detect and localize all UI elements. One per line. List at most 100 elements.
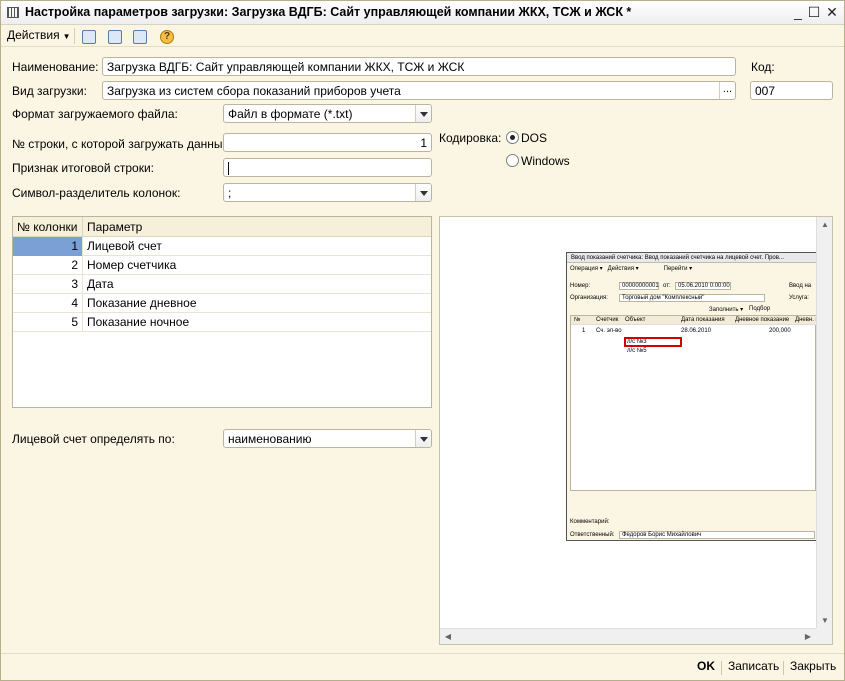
row-parameter-cell[interactable]: Номер счетчика <box>83 256 431 275</box>
scrollbar-corner <box>816 628 832 644</box>
preview-grid-col: Дневное показание <box>735 317 790 323</box>
table-row[interactable]: 1 Лицевой счет <box>13 237 431 256</box>
account-by-select[interactable]: наименованию <box>223 429 432 448</box>
preview-service-label: Услуга: <box>789 295 809 301</box>
preview-grid-cell: 1 <box>582 328 586 334</box>
preview-grid-cell: Сч. эл-во <box>596 328 622 334</box>
code-input[interactable]: 007 <box>750 81 833 100</box>
preview-grid-cell: 200,000 <box>769 328 791 334</box>
app-icon <box>7 7 19 18</box>
save-and-close-button[interactable] <box>79 27 97 45</box>
help-button[interactable]: ? <box>157 27 175 45</box>
close-window-button[interactable]: ✕ <box>822 3 842 21</box>
chevron-down-icon: ▼ <box>62 32 71 41</box>
preview-object-cell: л/с №5 <box>627 348 647 354</box>
settings-window: Настройка параметров загрузки: Загрузка … <box>0 0 845 681</box>
button-divider <box>721 661 722 675</box>
preview-grid-col: № <box>574 317 581 323</box>
save-button[interactable]: Записать <box>728 659 779 673</box>
file-format-select[interactable]: Файл в формате (*.txt) <box>223 104 432 123</box>
preview-select-label: Подбор <box>749 306 771 312</box>
copy-icon <box>133 30 147 44</box>
refresh-icon <box>108 30 122 44</box>
ok-button[interactable]: OK <box>697 659 715 673</box>
preview-grid-col: Дневн. п <box>795 317 818 323</box>
preview-pane[interactable]: Ввод показаний счетчика: Ввод показаний … <box>439 216 833 645</box>
columns-table[interactable]: № колонки Параметр 1 Лицевой счет 2 Номе… <box>12 216 432 408</box>
row-number-cell[interactable]: 5 <box>13 313 83 332</box>
row-number-cell[interactable]: 1 <box>13 237 83 256</box>
column-header-parameter[interactable]: Параметр <box>83 217 431 237</box>
total-row-label: Признак итоговой строки: <box>12 161 154 175</box>
row-number-cell[interactable]: 3 <box>13 275 83 294</box>
preview-horizontal-scrollbar[interactable]: ◀ ▶ <box>440 628 816 644</box>
text-cursor <box>228 162 229 176</box>
preview-title: Ввод показаний счетчика: Ввод показаний … <box>567 253 817 263</box>
scroll-right-icon[interactable]: ▶ <box>800 629 816 645</box>
scroll-up-icon[interactable]: ▲ <box>817 217 833 233</box>
close-button[interactable]: Закрыть <box>790 659 836 673</box>
preview-responsible-value: Федоров Борис Михайлович <box>619 531 815 539</box>
copy-button[interactable] <box>130 27 148 45</box>
load-type-field[interactable]: Загрузка из систем сбора показаний прибо… <box>102 81 736 100</box>
column-header-number[interactable]: № колонки <box>13 217 83 237</box>
preview-grid-col: Объект <box>625 317 646 323</box>
highlight-frame <box>624 337 682 347</box>
row-parameter-cell[interactable]: Показание дневное <box>83 294 431 313</box>
toolbar: Действия ▼ ? <box>1 25 844 47</box>
table-row[interactable]: 3 Дата <box>13 275 431 294</box>
name-label: Наименование: <box>12 60 99 74</box>
encoding-label: Кодировка: <box>439 131 502 145</box>
toolbar-divider <box>74 28 75 44</box>
account-by-label: Лицевой счет определять по: <box>12 432 175 446</box>
row-number-cell[interactable]: 4 <box>13 294 83 313</box>
table-row[interactable]: 2 Номер счетчика <box>13 256 431 275</box>
maximize-button[interactable]: ☐ <box>804 3 824 21</box>
preview-vertical-scrollbar[interactable]: ▲ ▼ <box>816 217 832 629</box>
row-number-cell[interactable]: 2 <box>13 256 83 275</box>
load-type-select-button[interactable]: ... <box>719 82 735 99</box>
table-row[interactable]: 4 Показание дневное <box>13 294 431 313</box>
start-row-input[interactable]: 1 <box>223 133 432 152</box>
scroll-down-icon[interactable]: ▼ <box>817 613 833 629</box>
window-title: Настройка параметров загрузки: Загрузка … <box>25 5 632 19</box>
table-header: № колонки Параметр <box>13 217 431 237</box>
preview-number-label: Номер: <box>570 283 591 289</box>
encoding-dos-radio[interactable] <box>506 131 519 144</box>
separator-select[interactable]: ; <box>223 183 432 202</box>
separator-label: Символ-разделитель колонок: <box>12 186 181 200</box>
title-bar: Настройка параметров загрузки: Загрузка … <box>1 1 844 25</box>
row-parameter-cell[interactable]: Лицевой счет <box>83 237 431 256</box>
bottom-bar: OK Записать Закрыть <box>1 653 844 680</box>
start-row-label: № строки, с которой загружать данные: <box>12 137 233 151</box>
chevron-down-icon[interactable] <box>415 430 431 447</box>
total-row-input[interactable] <box>223 158 432 177</box>
preview-screenshot: Ввод показаний счетчика: Ввод показаний … <box>566 252 818 541</box>
encoding-dos-label: DOS <box>521 131 548 145</box>
name-input[interactable]: Загрузка ВДГБ: Сайт управляющей компании… <box>102 57 736 76</box>
row-parameter-cell[interactable]: Показание ночное <box>83 313 431 332</box>
encoding-windows-radio[interactable] <box>506 154 519 167</box>
preview-input-label: Ввод на <box>789 283 812 289</box>
load-type-label: Вид загрузки: <box>12 84 87 98</box>
preview-comment-label: Комментарий: <box>570 519 610 525</box>
preview-org-value: Торговый дом "Комплексный" <box>619 294 765 302</box>
chevron-down-icon[interactable] <box>415 184 431 201</box>
chevron-down-icon[interactable] <box>415 105 431 122</box>
code-label: Код: <box>751 60 775 74</box>
encoding-windows-label: Windows <box>521 154 570 168</box>
preview-fill-label: Заполнить ▾ <box>709 307 744 313</box>
actions-menu-button[interactable]: Действия ▼ <box>7 28 71 42</box>
preview-from-label: от: <box>663 283 671 289</box>
account-by-value: наименованию <box>228 432 312 446</box>
table-row[interactable]: 5 Показание ночное <box>13 313 431 332</box>
actions-menu-label: Действия <box>7 28 60 42</box>
file-format-value: Файл в формате (*.txt) <box>228 107 353 121</box>
scroll-left-icon[interactable]: ◀ <box>440 629 456 645</box>
preview-grid-col: Дата показания <box>681 317 725 323</box>
preview-responsible-label: Ответственный: <box>570 532 615 538</box>
refresh-button[interactable] <box>105 27 123 45</box>
preview-date-value: 05.06.2010 0:00:00 <box>675 282 731 290</box>
preview-menu-item: Операция ▾ <box>570 266 603 272</box>
row-parameter-cell[interactable]: Дата <box>83 275 431 294</box>
